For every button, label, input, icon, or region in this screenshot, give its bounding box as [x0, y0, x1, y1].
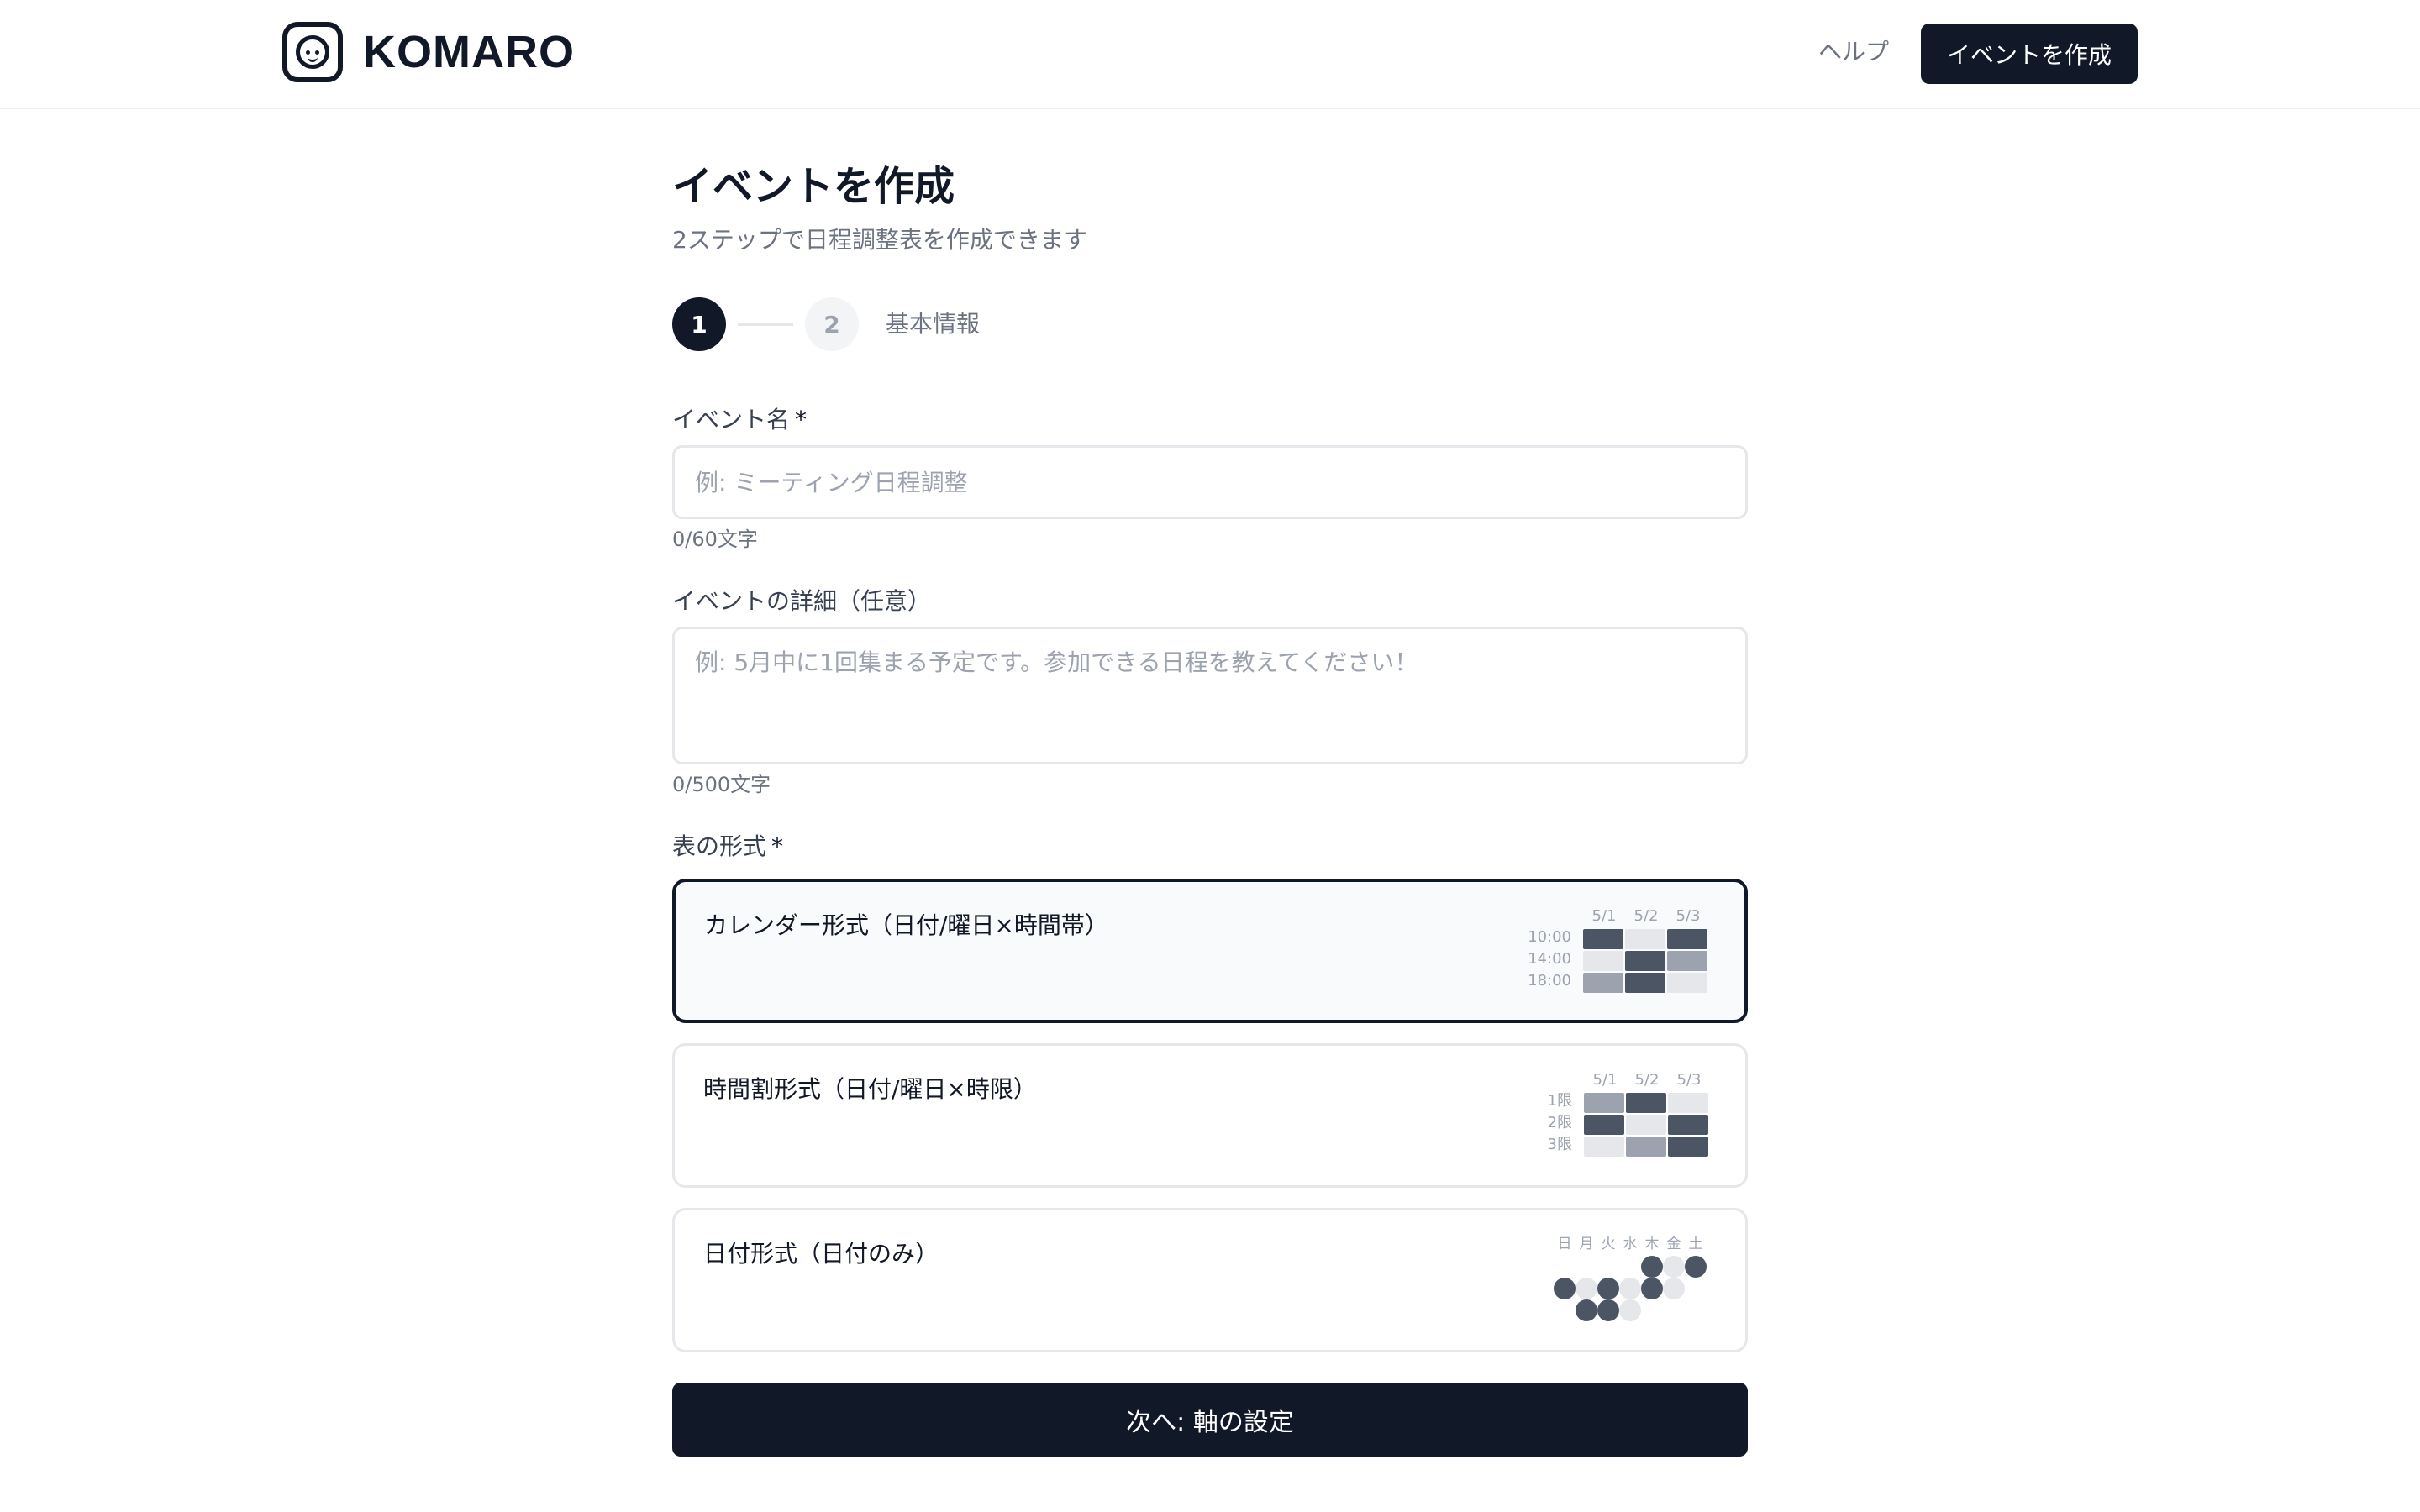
preview-cell	[1626, 1093, 1666, 1113]
preview-row-label: 14:00	[1528, 950, 1571, 968]
help-link[interactable]: ヘルプ	[1818, 35, 1889, 69]
weekday-label: 月	[1579, 1236, 1594, 1252]
format-label: 表の形式 *	[672, 830, 783, 864]
preview-cell	[1667, 929, 1707, 949]
event-detail-placeholder: 例: 5月中に1回集まる予定です。参加できる日程を教えてください！	[695, 648, 1418, 676]
preview-row-label: 10:00	[1528, 928, 1571, 946]
mouth-icon	[308, 55, 318, 62]
event-detail-counter: 0/500文字	[672, 773, 771, 796]
timetable-preview: 5/1 5/2 5/3 1限 2限 3限	[1517, 1071, 1718, 1163]
preview-column-label: 5/2	[1634, 907, 1659, 925]
step-indicator-2: 2	[805, 297, 859, 351]
preview-column-label: 5/3	[1676, 907, 1701, 925]
event-detail-label: イベントの詳細（任意）	[672, 587, 932, 615]
preview-cell	[1667, 973, 1707, 993]
face-icon	[296, 35, 329, 69]
create-event-button[interactable]: イベントを作成	[1921, 24, 2138, 84]
format-option-date[interactable]: 日付形式（日付のみ） 日 月 火 水 木 金 土	[672, 1208, 1748, 1352]
preview-cell	[1625, 951, 1665, 971]
preview-cell	[1583, 929, 1623, 949]
brand-name[interactable]: KOMARO	[363, 25, 575, 79]
preview-cell	[1625, 929, 1665, 949]
preview-cell	[1583, 951, 1623, 971]
preview-row-label: 3限	[1547, 1136, 1572, 1153]
preview-cell	[1667, 951, 1707, 971]
page-title: イベントを作成	[672, 163, 955, 210]
required-mark: *	[795, 406, 808, 433]
date-dot	[1641, 1256, 1663, 1278]
preview-cell	[1584, 1137, 1624, 1157]
format-title: 時間割形式（日付/曜日×時限）	[703, 1075, 1037, 1103]
date-dot	[1663, 1278, 1685, 1299]
event-name-label-text: イベント名	[672, 406, 791, 433]
preview-row-label: 2限	[1547, 1114, 1572, 1131]
weekday-label: 金	[1666, 1236, 1681, 1252]
top-header: KOMARO ヘルプ イベントを作成	[0, 0, 2420, 109]
weekday-label: 木	[1644, 1236, 1660, 1252]
date-dot	[1641, 1278, 1663, 1299]
format-title: カレンダー形式（日付/曜日×時間帯）	[704, 911, 1108, 939]
weekday-label: 火	[1601, 1236, 1616, 1252]
format-option-timetable[interactable]: 時間割形式（日付/曜日×時限） 5/1 5/2 5/3 1限 2限 3限	[672, 1043, 1748, 1188]
preview-cell	[1584, 1093, 1624, 1113]
date-dot	[1663, 1256, 1685, 1278]
komaro-logo-icon[interactable]	[282, 22, 343, 82]
preview-cell	[1668, 1137, 1708, 1157]
calendar-preview: 5/1 5/2 5/3 10:00 14:00 18:00	[1516, 907, 1718, 1000]
format-title: 日付形式（日付のみ）	[703, 1240, 939, 1268]
event-name-label: イベント名 *	[672, 403, 807, 437]
event-name-input[interactable]: 例: ミーティング日程調整	[672, 445, 1748, 519]
event-name-placeholder: 例: ミーティング日程調整	[695, 469, 968, 496]
preview-row-label: 18:00	[1528, 972, 1571, 990]
event-name-counter: 0/60文字	[672, 528, 758, 551]
format-option-calendar[interactable]: カレンダー形式（日付/曜日×時間帯） 5/1 5/2 5/3 10:00 14:…	[672, 879, 1748, 1023]
next-button[interactable]: 次へ: 軸の設定	[672, 1383, 1748, 1457]
event-detail-textarea[interactable]: 例: 5月中に1回集まる予定です。参加できる日程を教えてください！	[672, 627, 1748, 764]
preview-column-label: 5/2	[1634, 1071, 1660, 1089]
date-dot	[1576, 1299, 1597, 1321]
weekday-label: 土	[1688, 1236, 1703, 1252]
required-mark: *	[771, 832, 784, 860]
preview-cell	[1626, 1137, 1666, 1157]
date-dot	[1619, 1278, 1641, 1299]
preview-cell	[1668, 1115, 1708, 1135]
preview-column-label: 5/1	[1592, 1071, 1618, 1089]
preview-cell	[1668, 1093, 1708, 1113]
preview-cell	[1584, 1115, 1624, 1135]
preview-column-label: 5/3	[1676, 1071, 1702, 1089]
page-subtitle: 2ステップで日程調整表を作成できます	[672, 226, 1087, 254]
date-dot	[1576, 1278, 1597, 1299]
date-dot	[1597, 1278, 1619, 1299]
preview-cell	[1626, 1115, 1666, 1135]
preview-cell	[1583, 973, 1623, 993]
date-dot	[1597, 1299, 1619, 1321]
date-preview: 日 月 火 水 木 金 土	[1517, 1236, 1718, 1328]
step-indicator-1: 1	[672, 297, 726, 351]
date-dot	[1619, 1299, 1641, 1321]
step-label: 基本情報	[886, 310, 981, 338]
preview-column-label: 5/1	[1591, 907, 1617, 925]
format-label-text: 表の形式	[672, 832, 767, 860]
preview-cell	[1625, 973, 1665, 993]
weekday-label: 水	[1623, 1236, 1638, 1252]
preview-row-label: 1限	[1547, 1092, 1572, 1110]
date-dot	[1554, 1278, 1576, 1299]
weekday-label: 日	[1557, 1236, 1572, 1252]
date-dot	[1685, 1256, 1707, 1278]
step-connector	[738, 323, 793, 326]
